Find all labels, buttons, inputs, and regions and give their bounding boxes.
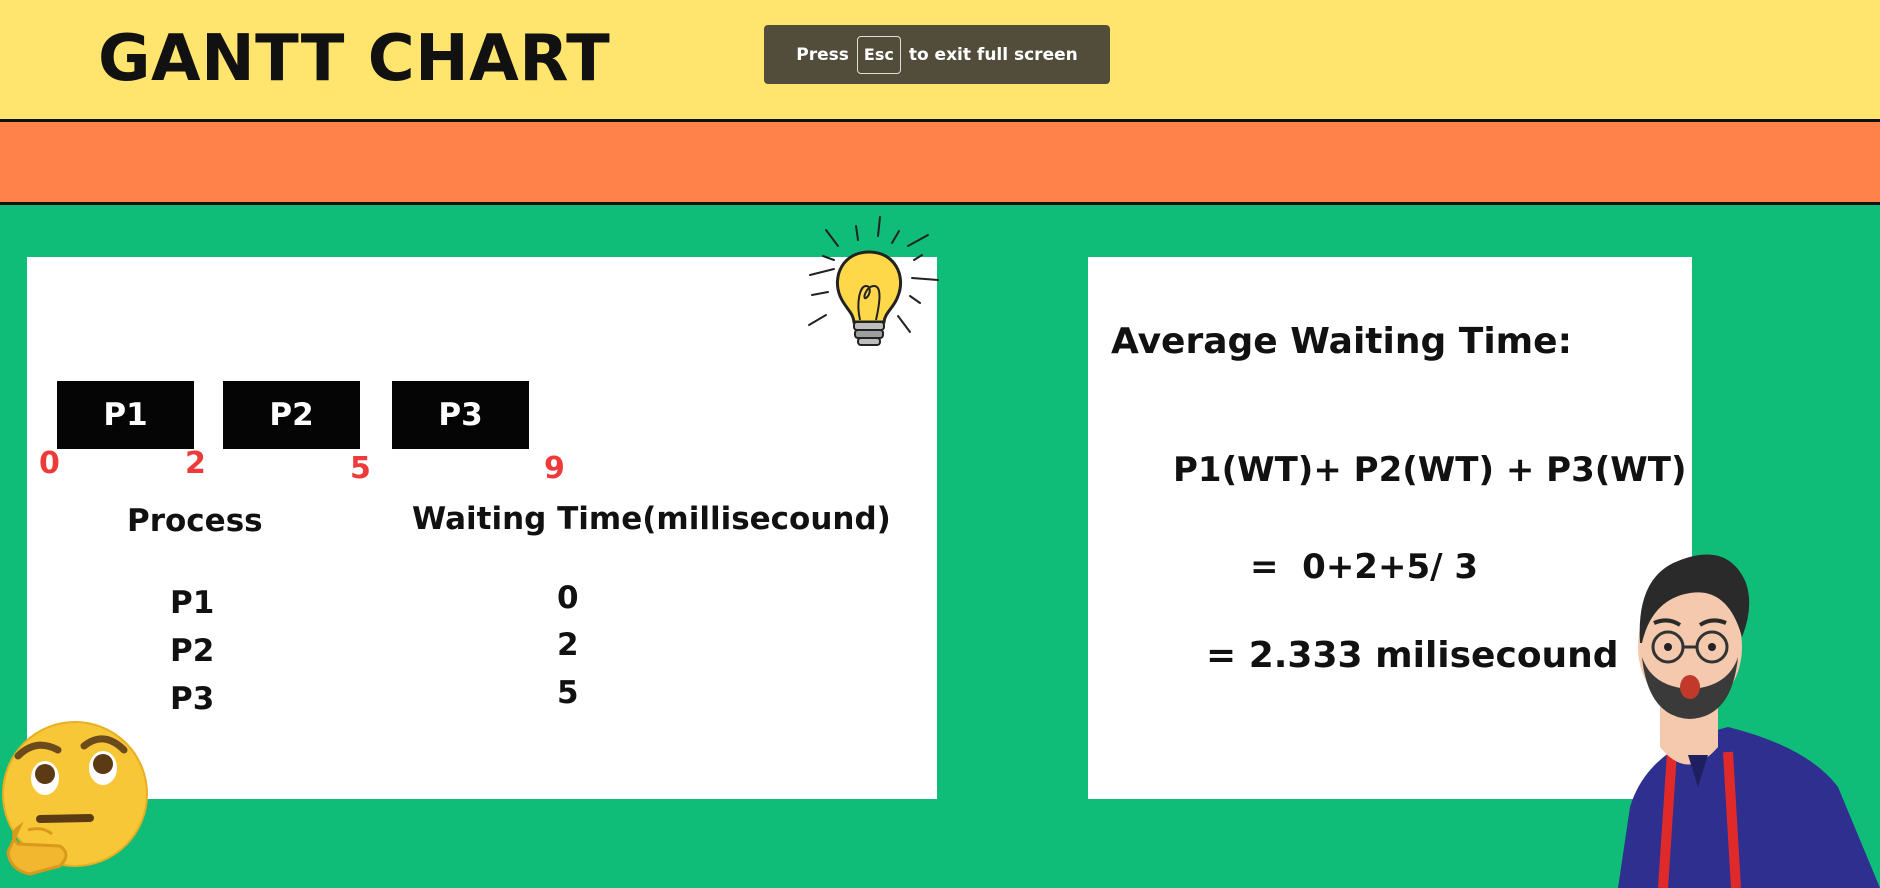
process-cell-p2: P2 <box>170 633 215 669</box>
orange-band <box>0 122 1880 205</box>
average-result: = 2.333 milisecound <box>1206 635 1619 676</box>
average-title: Average Waiting Time: <box>1111 321 1572 362</box>
page-title: GANTT CHART <box>98 22 611 96</box>
fullscreen-toast: Press Esc to exit full screen <box>764 25 1110 84</box>
toast-message: to exit full screen <box>908 44 1078 65</box>
lightbulb-icon <box>808 216 939 346</box>
waiting-cell-p3: 5 <box>557 675 579 711</box>
gantt-tick-0: 0 <box>39 446 60 481</box>
thinking-face-icon <box>2 721 148 876</box>
esc-key: Esc <box>856 35 901 74</box>
gantt-bar-p2: P2 <box>223 381 360 449</box>
gantt-tick-2: 5 <box>350 451 371 486</box>
process-cell-p3: P3 <box>170 681 215 717</box>
average-formula: P1(WT)+ P2(WT) + P3(WT) <box>1173 450 1687 490</box>
process-header: Process <box>127 503 263 539</box>
waiting-cell-p1: 0 <box>557 580 579 616</box>
header-bar: GANTT CHART Press Esc to exit full scree… <box>0 0 1880 122</box>
process-cell-p1: P1 <box>170 585 215 621</box>
surprised-man-illustration <box>1618 554 1880 888</box>
gantt-bar-p3: P3 <box>392 381 529 449</box>
average-calculation: = 0+2+5/ 3 <box>1250 547 1479 587</box>
toast-press-text: Press <box>796 44 849 65</box>
waiting-time-header: Waiting Time(millisecound) <box>412 501 891 537</box>
gantt-tick-1: 2 <box>185 446 206 481</box>
waiting-cell-p2: 2 <box>557 627 579 663</box>
gantt-tick-3: 9 <box>544 451 565 486</box>
gantt-bar-p1: P1 <box>57 381 194 449</box>
